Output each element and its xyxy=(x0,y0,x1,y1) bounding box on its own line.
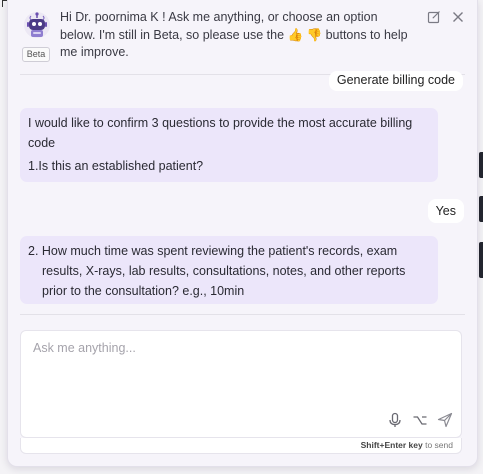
chat-input[interactable] xyxy=(31,339,445,403)
send-hint: Shift+Enter key to send xyxy=(20,438,462,454)
edit-icon[interactable] xyxy=(427,10,441,24)
header-actions xyxy=(427,10,465,24)
user-message-generate-billing: Generate billing code xyxy=(328,71,463,91)
message-text: I would like to confirm 3 questions to p… xyxy=(28,116,413,150)
option-key-icon[interactable] xyxy=(412,412,428,428)
question-2-text: 2. How much time was spent reviewing the… xyxy=(28,244,406,298)
composer-tools xyxy=(387,412,453,428)
bot-message-confirm: I would like to confirm 3 questions to p… xyxy=(20,108,438,182)
send-icon[interactable] xyxy=(437,412,453,428)
app-window: Beta Hi Dr. poornima K ! Ask me anything… xyxy=(0,0,483,474)
microphone-icon[interactable] xyxy=(387,412,403,428)
message-composer xyxy=(20,330,462,438)
side-tabs xyxy=(479,150,483,280)
beta-badge: Beta xyxy=(22,47,50,62)
shortcut-text: to send xyxy=(425,440,453,450)
shortcut-key: Shift+Enter key xyxy=(360,440,423,450)
bot-message-question-2: 2. How much time was spent reviewing the… xyxy=(20,236,438,304)
chat-divider xyxy=(20,314,465,315)
side-tab[interactable] xyxy=(479,242,483,278)
message-list: Generate billing code I would like to co… xyxy=(8,71,477,315)
message-text: Yes xyxy=(435,204,456,218)
greeting-text: Hi Dr. poornima K ! Ask me anything, or … xyxy=(60,10,408,59)
chat-assistant-panel: Beta Hi Dr. poornima K ! Ask me anything… xyxy=(7,0,478,467)
message-text: Generate billing code xyxy=(336,73,455,87)
side-tab[interactable] xyxy=(479,196,483,222)
close-icon[interactable] xyxy=(451,10,465,24)
chat-header: Beta Hi Dr. poornima K ! Ask me anything… xyxy=(8,0,477,74)
question-1-text: 1.Is this an established patient? xyxy=(28,159,204,173)
robot-avatar-icon xyxy=(22,11,52,45)
side-tab[interactable] xyxy=(479,152,483,178)
user-message-yes: Yes xyxy=(427,199,464,223)
